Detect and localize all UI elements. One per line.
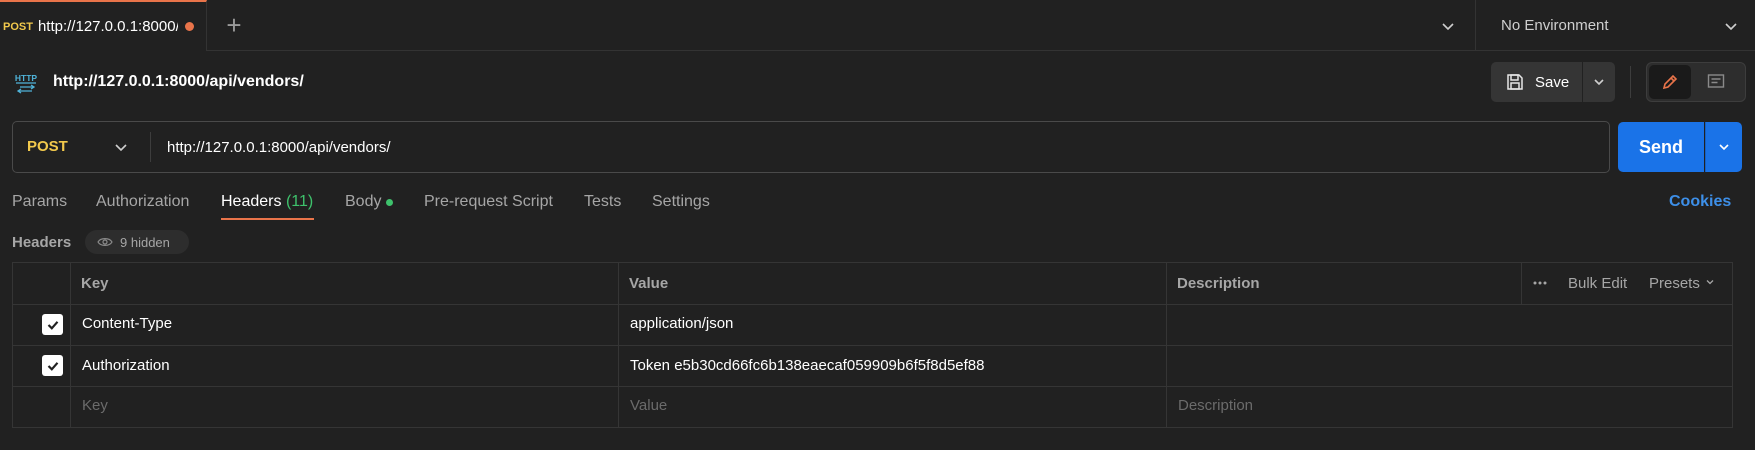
tab-headers-count: (11) bbox=[285, 193, 314, 210]
active-tab-underline bbox=[221, 218, 314, 220]
tab-params[interactable]: Params bbox=[12, 193, 67, 211]
new-tab-plus-icon[interactable]: + bbox=[222, 12, 246, 38]
tab-headers-label: Headers bbox=[221, 193, 282, 210]
tab-url: http://127.0.0.1:8000/api/vendors/ bbox=[37, 18, 178, 35]
header-value[interactable]: application/json bbox=[630, 315, 733, 332]
send-options-chevron-icon[interactable] bbox=[1705, 122, 1742, 172]
tab-authorization[interactable]: Authorization bbox=[96, 193, 189, 211]
table-divider bbox=[12, 345, 1733, 346]
tab-headers[interactable]: Headers (11) bbox=[221, 193, 313, 211]
hidden-headers-toggle[interactable]: 9 hidden bbox=[85, 230, 189, 254]
unsaved-dot-icon bbox=[184, 22, 194, 31]
svg-text:HTTP: HTTP bbox=[15, 73, 38, 83]
save-label: Save bbox=[1535, 73, 1570, 91]
new-value-input[interactable]: Value bbox=[630, 397, 667, 414]
documentation-comment-icon[interactable] bbox=[1690, 65, 1742, 99]
bulk-edit-button[interactable]: Bulk Edit bbox=[1568, 275, 1627, 292]
divider bbox=[1630, 66, 1631, 98]
new-key-input[interactable]: Key bbox=[82, 397, 108, 414]
body-indicator-dot-icon bbox=[386, 199, 393, 206]
tab-method: POST bbox=[3, 20, 33, 33]
http-icon: HTTP bbox=[12, 68, 40, 96]
row-checkbox[interactable] bbox=[42, 355, 63, 376]
tab-tests[interactable]: Tests bbox=[584, 193, 621, 211]
tabs-chevron-down-icon[interactable] bbox=[1438, 16, 1458, 36]
method-chevron-down-icon[interactable] bbox=[111, 137, 131, 157]
eye-icon bbox=[97, 238, 113, 246]
column-header-key: Key bbox=[81, 275, 109, 292]
send-button[interactable]: Send bbox=[1618, 122, 1704, 172]
table-divider bbox=[1521, 262, 1522, 304]
request-tab[interactable]: POST http://127.0.0.1:8000/api/vendors/ bbox=[0, 0, 207, 51]
tab-body[interactable]: Body bbox=[345, 193, 381, 211]
environment-selector[interactable]: No Environment bbox=[1475, 0, 1755, 51]
environment-chevron-down-icon[interactable] bbox=[1721, 16, 1741, 36]
header-key[interactable]: Authorization bbox=[82, 357, 170, 374]
header-value[interactable]: Token e5b30cd66fc6b138eaecaf059909b6f5f8… bbox=[630, 357, 985, 374]
save-icon bbox=[1507, 74, 1523, 90]
presets-button[interactable]: Presets bbox=[1649, 275, 1716, 292]
cookies-link[interactable]: Cookies bbox=[1669, 193, 1731, 211]
method-select[interactable]: POST bbox=[27, 138, 68, 155]
hidden-count: 9 hidden bbox=[120, 234, 170, 250]
column-header-value: Value bbox=[629, 275, 669, 292]
tab-pre-request-script[interactable]: Pre-request Script bbox=[424, 193, 553, 211]
checkmark-icon bbox=[47, 361, 58, 371]
column-header-description: Description bbox=[1177, 275, 1260, 292]
header-key[interactable]: Content-Type bbox=[82, 315, 172, 332]
save-options-chevron-icon[interactable] bbox=[1583, 62, 1615, 102]
presets-label: Presets bbox=[1649, 275, 1700, 292]
edit-pencil-icon[interactable] bbox=[1649, 65, 1691, 99]
url-input[interactable] bbox=[167, 137, 1587, 157]
table-divider bbox=[1166, 262, 1167, 428]
save-button[interactable]: Save bbox=[1491, 62, 1582, 102]
table-divider bbox=[12, 304, 1733, 305]
table-divider bbox=[70, 262, 71, 428]
headers-section-label: Headers bbox=[12, 234, 72, 251]
environment-label: No Environment bbox=[1501, 17, 1609, 34]
divider bbox=[150, 132, 151, 162]
tab-settings[interactable]: Settings bbox=[652, 193, 710, 211]
new-description-input[interactable]: Description bbox=[1178, 397, 1253, 414]
table-divider bbox=[618, 262, 619, 428]
presets-chevron-down-icon bbox=[1706, 280, 1714, 285]
table-divider bbox=[12, 386, 1733, 387]
row-checkbox[interactable] bbox=[42, 314, 63, 335]
request-title[interactable]: http://127.0.0.1:8000/api/vendors/ bbox=[53, 73, 304, 91]
checkmark-icon bbox=[47, 320, 58, 330]
more-options-icon[interactable] bbox=[1531, 274, 1549, 296]
